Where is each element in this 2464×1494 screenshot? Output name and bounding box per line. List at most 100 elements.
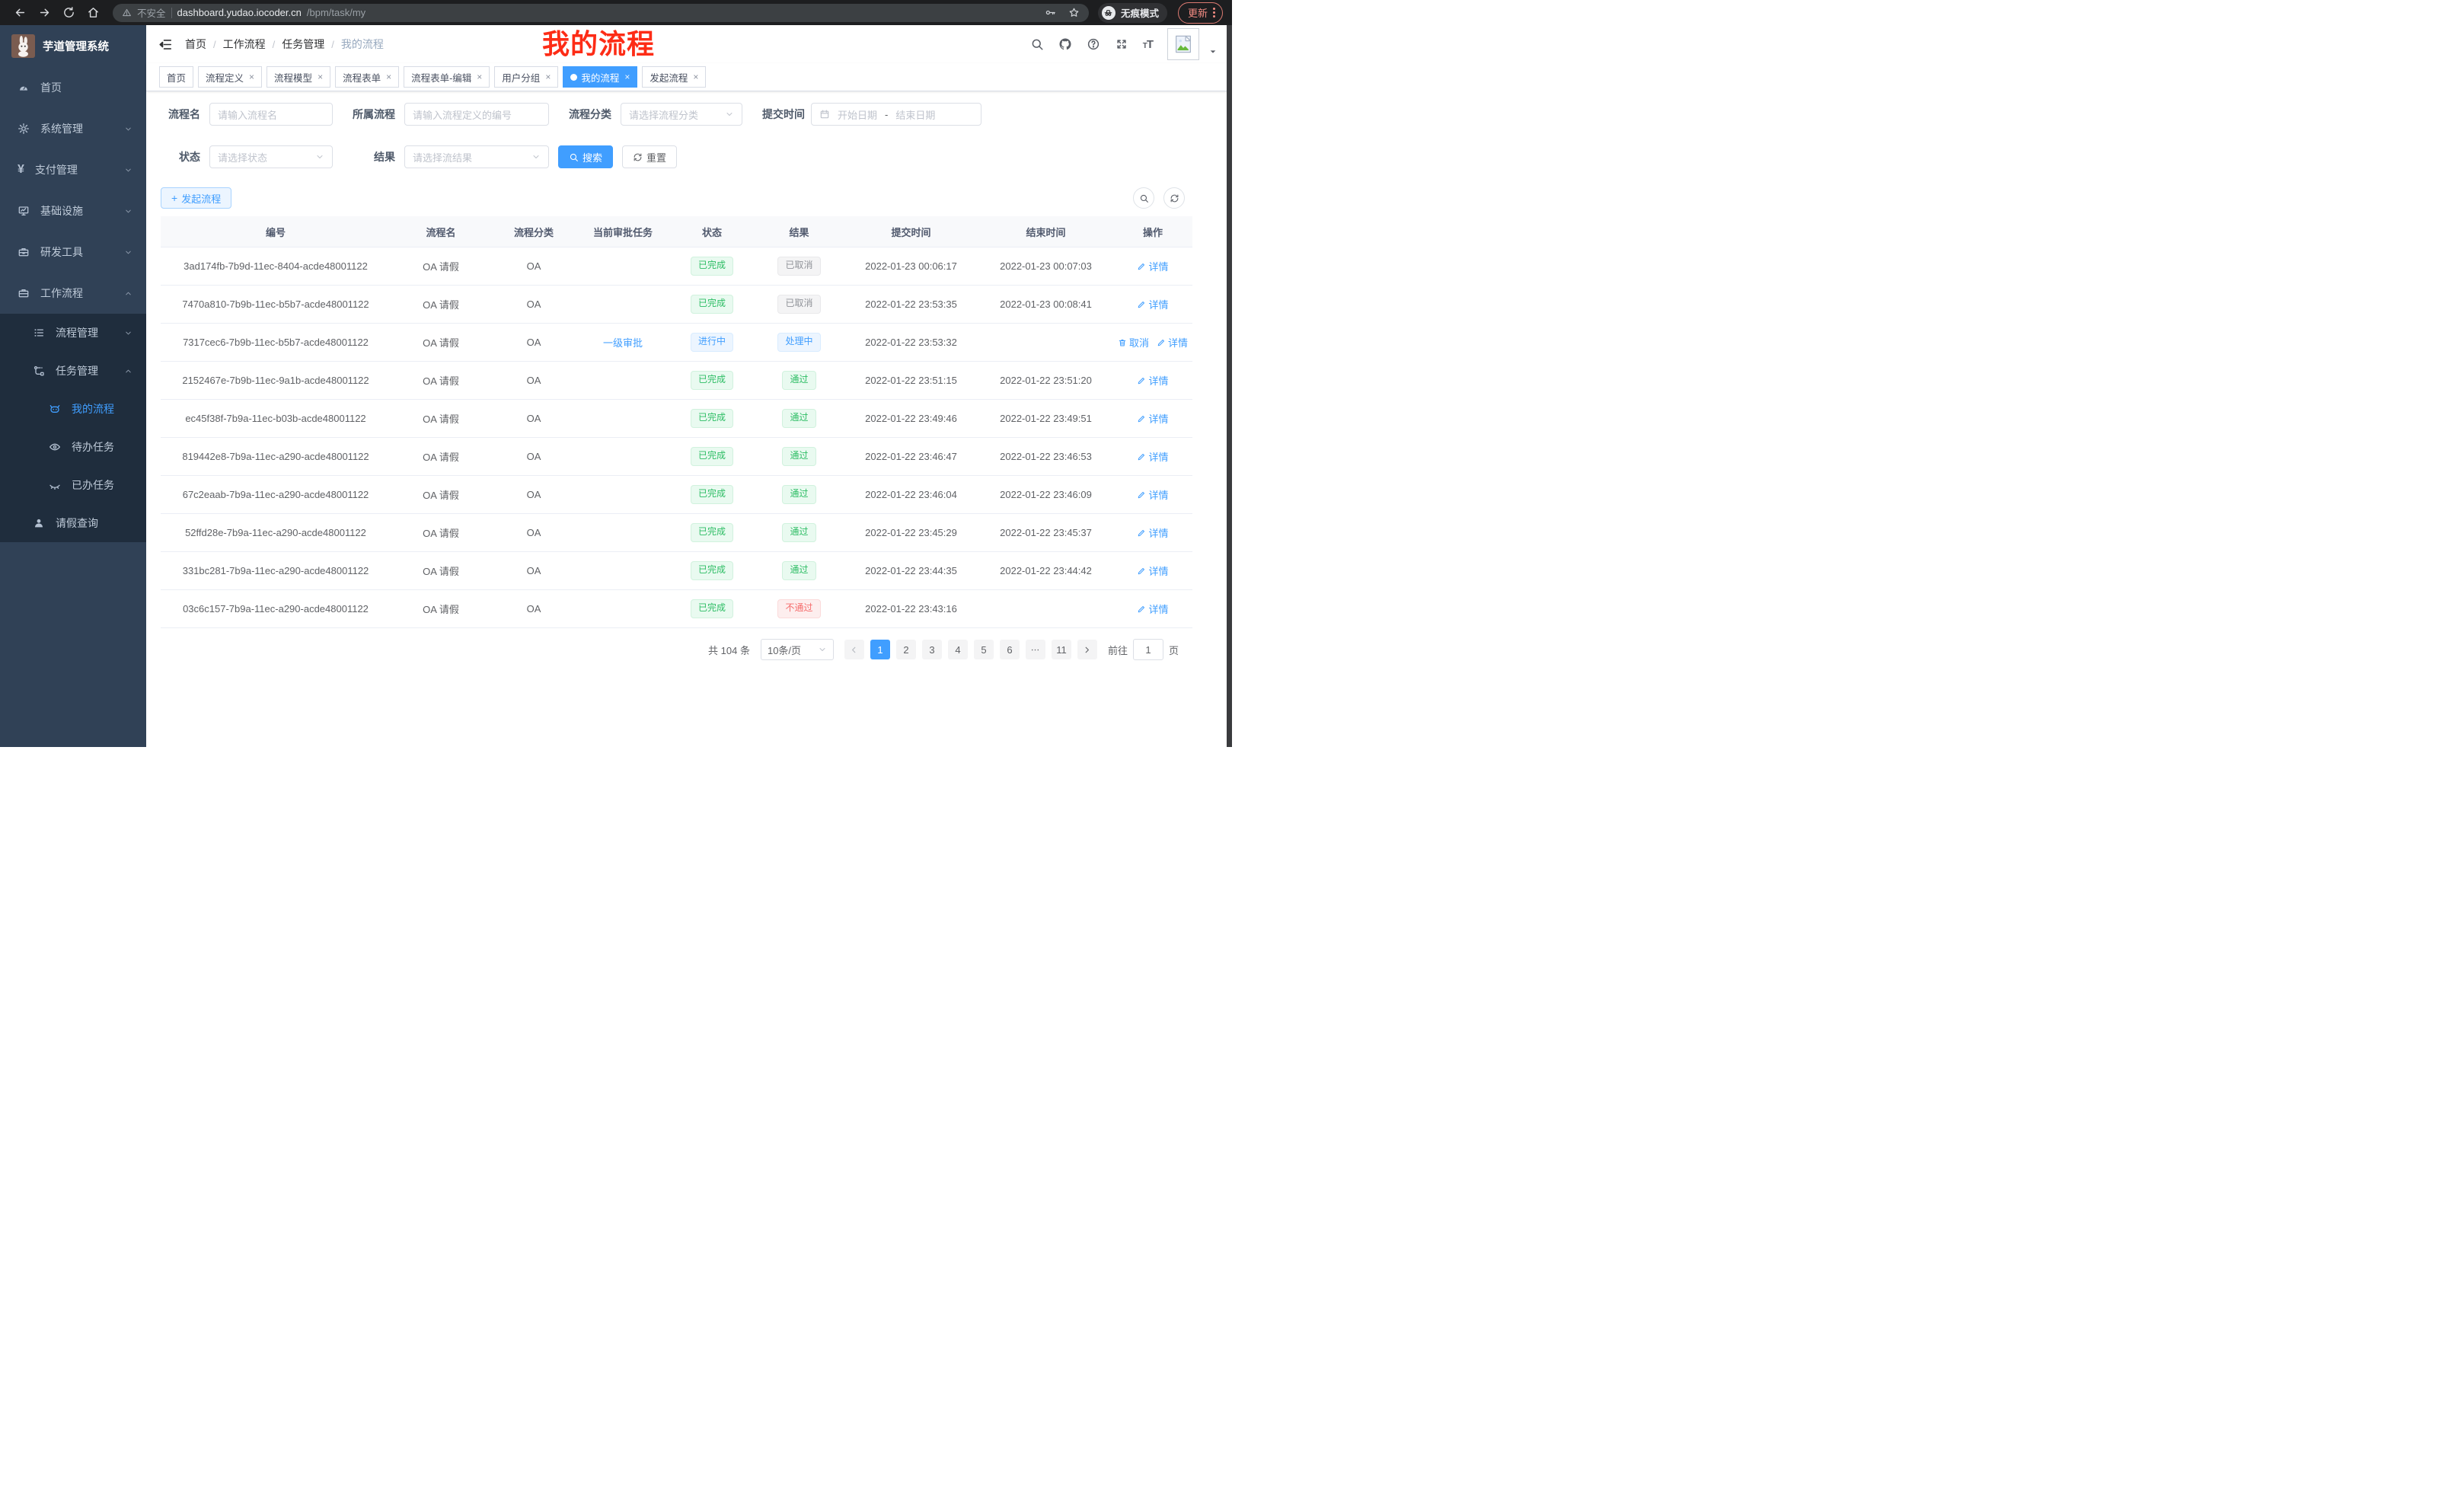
tab-close-icon[interactable]: ×: [318, 72, 323, 82]
tab-close-icon[interactable]: ×: [249, 72, 254, 82]
sidebar-item-yen[interactable]: ¥支付管理: [0, 149, 146, 190]
sidebar-item-gear[interactable]: 系统管理: [0, 108, 146, 149]
reset-button[interactable]: 重置: [622, 145, 677, 168]
avatar-caret-icon[interactable]: [1209, 48, 1217, 56]
forward-icon[interactable]: [34, 2, 55, 24]
page-size-select[interactable]: 10条/页: [761, 639, 834, 660]
main-area: 首页/工作流程/任务管理/我的流程 我的流程 TT 首页流程定义×流程模型×流程…: [146, 25, 1232, 747]
more-pages-icon[interactable]: [1026, 640, 1045, 659]
action-label: 详情: [1148, 411, 1168, 426]
sidebar-item-monitor[interactable]: 基础设施: [0, 190, 146, 231]
tab-发起流程[interactable]: 发起流程 ×: [642, 66, 706, 88]
process-name-input[interactable]: 请输入流程名: [209, 103, 333, 126]
sidebar-item-toolbox[interactable]: 研发工具: [0, 231, 146, 273]
update-button[interactable]: 更新: [1178, 2, 1223, 24]
page-button-6[interactable]: 6: [1000, 640, 1020, 659]
sidebar-item-user[interactable]: 请假查询: [0, 504, 146, 542]
tab-close-icon[interactable]: ×: [386, 72, 391, 82]
sidebar-item-dashboard[interactable]: 首页: [0, 67, 146, 108]
prev-page-button[interactable]: [844, 640, 864, 659]
tab-close-icon[interactable]: ×: [624, 72, 630, 82]
key-icon[interactable]: [1045, 7, 1056, 18]
tab-流程表单-编辑[interactable]: 流程表单-编辑×: [404, 66, 490, 88]
calendar-icon: [819, 109, 830, 120]
tab-用户分组[interactable]: 用户分组×: [494, 66, 558, 88]
cell-category: OA: [491, 286, 576, 324]
sidebar-item-eye-closed[interactable]: 已办任务: [0, 466, 146, 504]
chevron-down-icon: [531, 152, 541, 161]
action-detail-link[interactable]: 详情: [1137, 525, 1168, 540]
chevron-down-icon: [725, 110, 734, 119]
tab-流程定义[interactable]: 流程定义×: [198, 66, 262, 88]
font-size-icon[interactable]: TT: [1143, 38, 1153, 51]
bookmark-star-icon[interactable]: [1068, 7, 1080, 18]
action-detail-link[interactable]: 详情: [1137, 449, 1168, 464]
search-button[interactable]: 搜索: [558, 145, 613, 168]
cell-id: 3ad174fb-7b9d-11ec-8404-acde48001122: [161, 247, 391, 286]
action-detail-link[interactable]: 详情: [1157, 335, 1188, 350]
chevron-up-icon: [124, 289, 132, 298]
browser-menu-icon[interactable]: [1213, 8, 1215, 18]
page-button-11[interactable]: 11: [1052, 640, 1071, 659]
sidebar-item-list[interactable]: 流程管理: [0, 314, 146, 352]
sidebar-item-robot[interactable]: 我的流程: [0, 390, 146, 428]
current-task-link[interactable]: 一级审批: [603, 335, 643, 350]
action-detail-link[interactable]: 详情: [1137, 487, 1168, 502]
goto-page-input[interactable]: 1: [1133, 639, 1163, 660]
page-button-5[interactable]: 5: [974, 640, 994, 659]
submit-time-range[interactable]: 开始日期 - 结束日期: [811, 103, 981, 126]
tab-close-icon[interactable]: ×: [693, 72, 698, 82]
back-icon[interactable]: [9, 2, 30, 24]
next-page-button[interactable]: [1077, 640, 1097, 659]
github-icon[interactable]: [1058, 37, 1072, 51]
tab-流程表单[interactable]: 流程表单×: [335, 66, 399, 88]
help-icon[interactable]: [1087, 37, 1100, 51]
sidebar-item-eye[interactable]: 待办任务: [0, 428, 146, 466]
action-detail-link[interactable]: 详情: [1137, 373, 1168, 388]
breadcrumb-item[interactable]: 任务管理: [282, 37, 324, 52]
home-icon[interactable]: [82, 2, 104, 24]
category-select[interactable]: 请选择流程分类: [621, 103, 742, 126]
breadcrumb-item[interactable]: 首页: [185, 37, 206, 52]
sidebar-collapse-icon[interactable]: [158, 37, 173, 52]
action-detail-link[interactable]: 详情: [1137, 297, 1168, 311]
cell-category: OA: [491, 476, 576, 514]
page-button-1[interactable]: 1: [870, 640, 890, 659]
window-scrollbar[interactable]: [1227, 25, 1232, 747]
cell-result: 通过: [755, 438, 844, 476]
tab-close-icon[interactable]: ×: [477, 72, 482, 82]
sidebar-item-briefcase[interactable]: 工作流程: [0, 273, 146, 314]
tab-我的流程[interactable]: 我的流程×: [563, 66, 637, 88]
page-button-4[interactable]: 4: [948, 640, 968, 659]
action-detail-link[interactable]: 详情: [1137, 602, 1168, 616]
tab-流程模型[interactable]: 流程模型×: [267, 66, 330, 88]
avatar[interactable]: [1167, 28, 1199, 60]
sidebar-item-flow[interactable]: 任务管理: [0, 352, 146, 390]
table-refresh-button[interactable]: [1163, 187, 1185, 209]
create-process-button[interactable]: + 发起流程: [161, 187, 231, 209]
result-select[interactable]: 请选择流结果: [404, 145, 549, 168]
app-logo[interactable]: 芋道管理系统: [0, 25, 146, 67]
action-detail-link[interactable]: 详情: [1137, 411, 1168, 426]
search-icon[interactable]: [1030, 37, 1044, 51]
fullscreen-icon[interactable]: [1115, 37, 1128, 51]
tab-首页[interactable]: 首页: [159, 66, 193, 88]
tab-close-icon[interactable]: ×: [545, 72, 551, 82]
action-detail-link[interactable]: 详情: [1137, 259, 1168, 273]
action-detail-link[interactable]: 详情: [1137, 563, 1168, 578]
page-button-3[interactable]: 3: [922, 640, 942, 659]
status-select[interactable]: 请选择状态: [209, 145, 333, 168]
update-label: 更新: [1188, 5, 1208, 20]
cell-category: OA: [491, 590, 576, 628]
table-search-button[interactable]: [1133, 187, 1154, 209]
process-def-input[interactable]: 请输入流程定义的编号: [404, 103, 549, 126]
pager: 123456 11: [844, 640, 1097, 659]
result-badge: 通过: [782, 409, 815, 428]
page-button-2[interactable]: 2: [896, 640, 916, 659]
address-bar[interactable]: 不安全 dashboard.yudao.iocoder.cn/bpm/task/…: [113, 4, 1089, 22]
reload-icon[interactable]: [58, 2, 79, 24]
action-cancel-link[interactable]: 取消: [1118, 335, 1149, 350]
page: 不安全 dashboard.yudao.iocoder.cn/bpm/task/…: [0, 0, 1232, 747]
tab-label: 发起流程: [650, 70, 688, 85]
breadcrumb-item[interactable]: 工作流程: [223, 37, 266, 52]
